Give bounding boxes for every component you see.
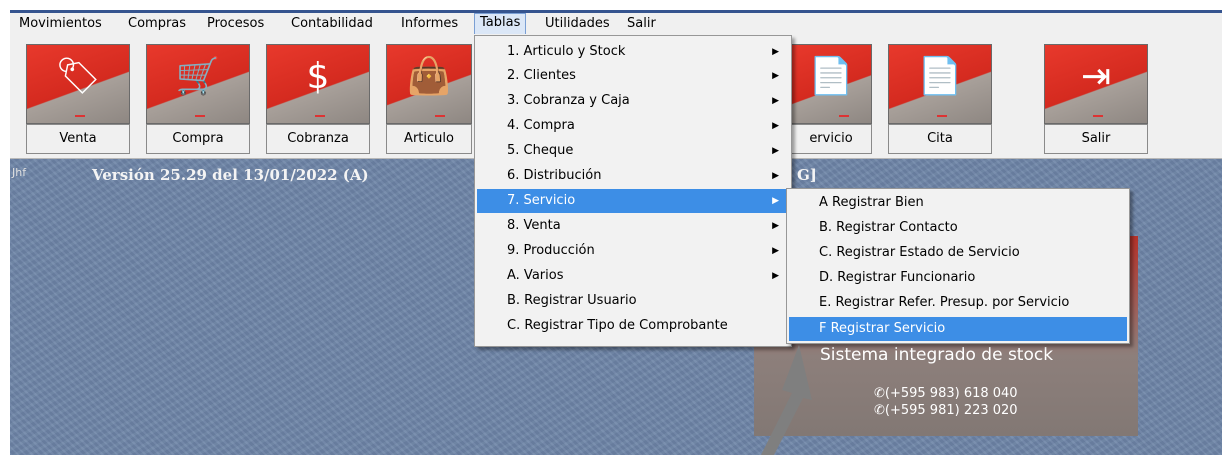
pointer-arrow-icon [761,345,812,455]
